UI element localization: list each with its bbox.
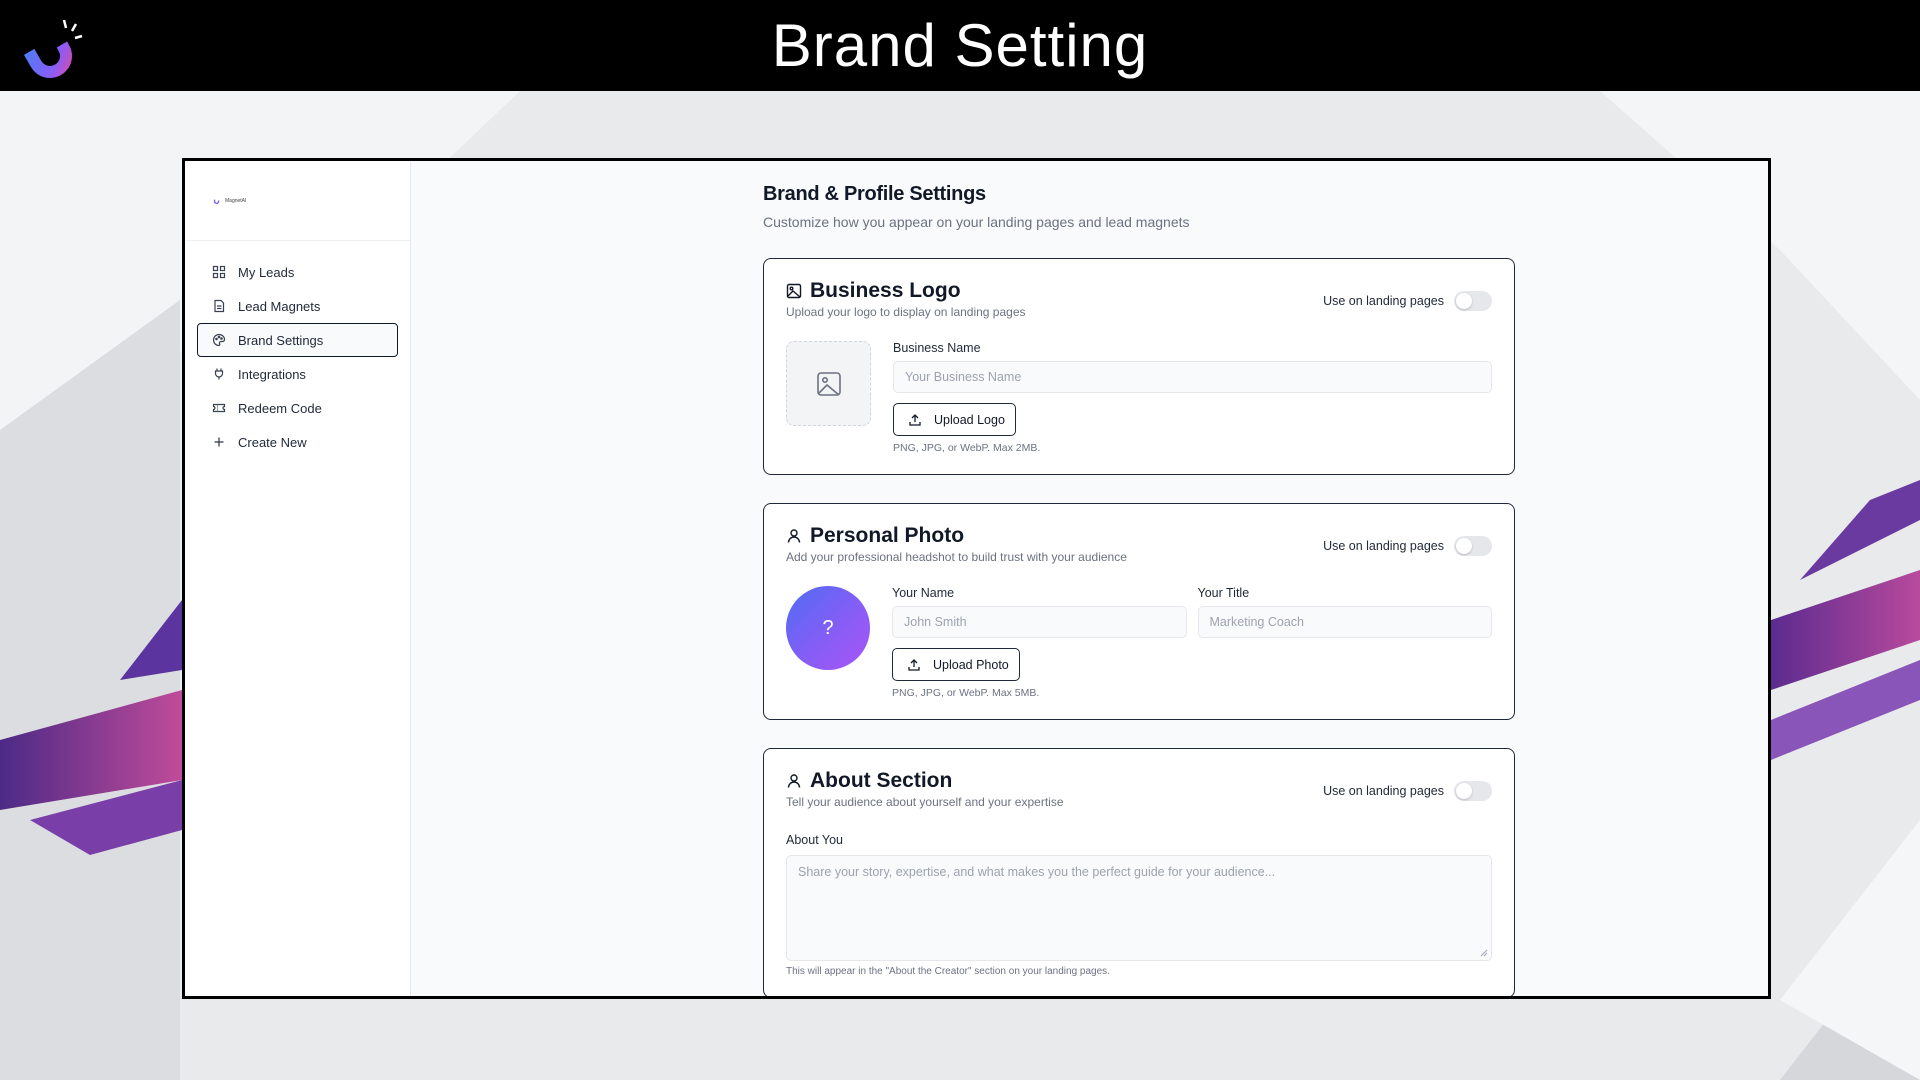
sidebar-item-brand-settings[interactable]: Brand Settings <box>197 323 398 357</box>
palette-icon <box>212 333 226 347</box>
resize-grip-icon[interactable] <box>1480 949 1488 957</box>
sidebar-item-label: Integrations <box>238 366 306 382</box>
upload-photo-button[interactable]: Upload Photo <box>892 648 1020 681</box>
personal-photo-card: Personal Photo Add your professional hea… <box>763 503 1515 720</box>
your-title-input[interactable]: Marketing Coach <box>1197 606 1492 638</box>
user-icon <box>786 773 802 789</box>
sidebar-item-label: Brand Settings <box>238 332 324 348</box>
sidebar-item-label: Lead Magnets <box>238 298 321 314</box>
grid-icon <box>212 265 226 279</box>
your-name-label: Your Name <box>892 586 955 600</box>
about-you-textarea[interactable]: Share your story, expertise, and what ma… <box>786 855 1492 961</box>
sidebar: MagnetAI My Leads Lead Magnets Brand Set… <box>185 161 411 996</box>
card-subtitle: Upload your logo to display on landing p… <box>786 305 1026 319</box>
brand-logo-icon <box>213 199 220 205</box>
brand-name: MagnetAI <box>225 197 247 204</box>
main-content: Brand & Profile Settings Customize how y… <box>411 161 1768 996</box>
about-you-label: About You <box>786 833 844 847</box>
sidebar-item-create-new[interactable]: Create New <box>197 425 398 459</box>
upload-icon <box>908 658 920 671</box>
sidebar-nav: My Leads Lead Magnets Brand Settings Int… <box>185 241 410 473</box>
plus-icon <box>212 435 226 449</box>
sidebar-item-redeem-code[interactable]: Redeem Code <box>197 391 398 425</box>
plug-icon <box>212 367 226 381</box>
sidebar-item-label: Redeem Code <box>238 400 322 416</box>
your-name-input[interactable]: John Smith <box>892 606 1187 638</box>
magnet-logo-icon <box>23 19 83 78</box>
card-title: Business Logo <box>810 279 961 302</box>
document-icon <box>212 299 226 313</box>
app-window: MagnetAI My Leads Lead Magnets Brand Set… <box>182 158 1771 999</box>
toggle-label: Use on landing pages <box>1323 784 1444 798</box>
upload-logo-label: Upload Logo <box>934 412 1005 427</box>
sidebar-item-my-leads[interactable]: My Leads <box>197 255 398 289</box>
sidebar-item-integrations[interactable]: Integrations <box>197 357 398 391</box>
slide-title: Brand Setting <box>771 12 1149 79</box>
business-name-label: Business Name <box>893 341 981 355</box>
about-hint: This will appear in the "About the Creat… <box>786 966 1110 977</box>
use-on-landing-toggle[interactable] <box>1454 781 1492 801</box>
card-subtitle: Tell your audience about yourself and yo… <box>786 795 1064 809</box>
business-logo-card: Business Logo Upload your logo to displa… <box>763 258 1515 475</box>
ticket-icon <box>212 401 226 415</box>
photo-hint: PNG, JPG, or WebP. Max 5MB. <box>892 687 1040 699</box>
business-name-input[interactable]: Your Business Name <box>893 361 1492 393</box>
about-section-card: About Section Tell your audience about y… <box>763 748 1515 996</box>
page-title: Brand & Profile Settings <box>763 183 986 205</box>
user-icon <box>786 528 802 544</box>
upload-icon <box>909 413 921 426</box>
sidebar-item-lead-magnets[interactable]: Lead Magnets <box>197 289 398 323</box>
card-subtitle: Add your professional headshot to build … <box>786 550 1127 564</box>
your-title-label: Your Title <box>1197 586 1250 600</box>
image-icon <box>786 283 802 299</box>
toggle-label: Use on landing pages <box>1323 539 1444 553</box>
sidebar-brand[interactable]: MagnetAI <box>185 161 410 241</box>
card-title: Personal Photo <box>810 524 965 547</box>
page-subtitle: Customize how you appear on your landing… <box>763 214 1190 230</box>
sidebar-item-label: My Leads <box>238 264 295 280</box>
card-title: About Section <box>810 769 953 792</box>
use-on-landing-toggle[interactable] <box>1454 536 1492 556</box>
logo-preview[interactable] <box>786 341 871 426</box>
logo-hint: PNG, JPG, or WebP. Max 2MB. <box>893 442 1041 454</box>
use-on-landing-toggle[interactable] <box>1454 291 1492 311</box>
title-banner: Brand Setting <box>0 0 1920 91</box>
image-placeholder-icon <box>816 371 841 396</box>
upload-photo-label: Upload Photo <box>933 657 1009 672</box>
upload-logo-button[interactable]: Upload Logo <box>893 403 1016 436</box>
sidebar-item-label: Create New <box>238 434 307 450</box>
about-placeholder: Share your story, expertise, and what ma… <box>798 865 1276 879</box>
avatar[interactable]: ? <box>786 586 870 670</box>
toggle-label: Use on landing pages <box>1323 294 1444 308</box>
